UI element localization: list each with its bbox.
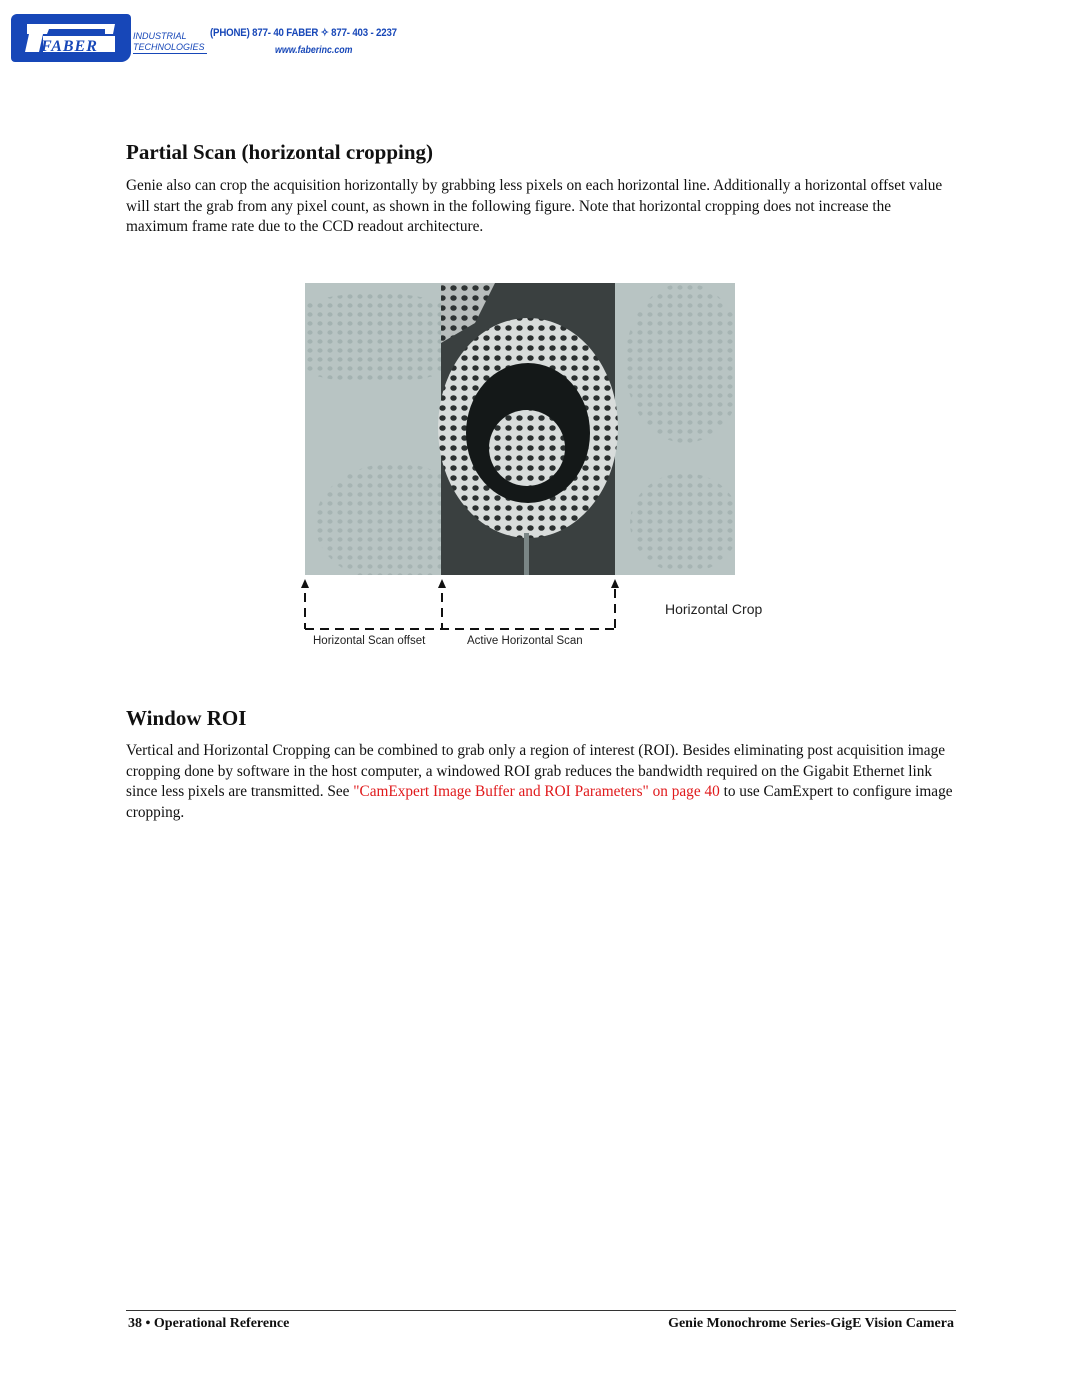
cross-reference-page-link[interactable]: on page 40 bbox=[649, 783, 720, 800]
dashed-guides bbox=[304, 589, 616, 630]
logo-badge: FABER bbox=[11, 14, 131, 62]
arrow-offset-start bbox=[301, 579, 309, 588]
bg-shell-right-lower bbox=[630, 473, 735, 573]
logo-wordmark: FABER bbox=[41, 38, 98, 55]
logo-subtitle-line1: INDUSTRIAL bbox=[133, 31, 187, 41]
radiolarian-figure bbox=[305, 283, 735, 575]
section-body-partial-scan: Genie also can crop the acquisition hori… bbox=[126, 177, 943, 236]
footer-page-section: 38 • Operational Reference bbox=[128, 1316, 290, 1331]
section-heading-partial-scan: Partial Scan (horizontal cropping) bbox=[126, 140, 434, 164]
website-link[interactable]: www.faberinc.com bbox=[275, 45, 352, 56]
section-body-window-roi: Vertical and Horizontal Cropping can be … bbox=[126, 741, 956, 824]
logo-subtitle: INDUSTRIAL TECHNOLOGIES bbox=[133, 31, 207, 54]
arrowheads bbox=[301, 579, 619, 588]
cross-reference-link[interactable]: "CamExpert Image Buffer and ROI Paramete… bbox=[353, 783, 649, 800]
arrow-active-end bbox=[611, 579, 619, 588]
footer-divider bbox=[126, 1310, 956, 1311]
footer-product-title: Genie Monochrome Series-GigE Vision Came… bbox=[668, 1316, 954, 1331]
label-horizontal-crop: Horizontal Crop bbox=[665, 601, 763, 617]
logo-subtitle-line2: TECHNOLOGIES bbox=[133, 42, 207, 54]
label-horizontal-scan-offset: Horizontal Scan offset bbox=[313, 635, 426, 647]
contact-phone: (PHONE) 877- 40 FABER ✧ 877- 403 - 2237 bbox=[210, 27, 397, 39]
section-heading-window-roi: Window ROI bbox=[126, 706, 247, 730]
figure-image bbox=[305, 283, 735, 575]
scan-region-dimension-lines bbox=[301, 579, 619, 630]
label-active-horizontal-scan: Active Horizontal Scan bbox=[467, 635, 583, 647]
arrow-active-start bbox=[438, 579, 446, 588]
faber-logo: FABER bbox=[11, 14, 131, 64]
